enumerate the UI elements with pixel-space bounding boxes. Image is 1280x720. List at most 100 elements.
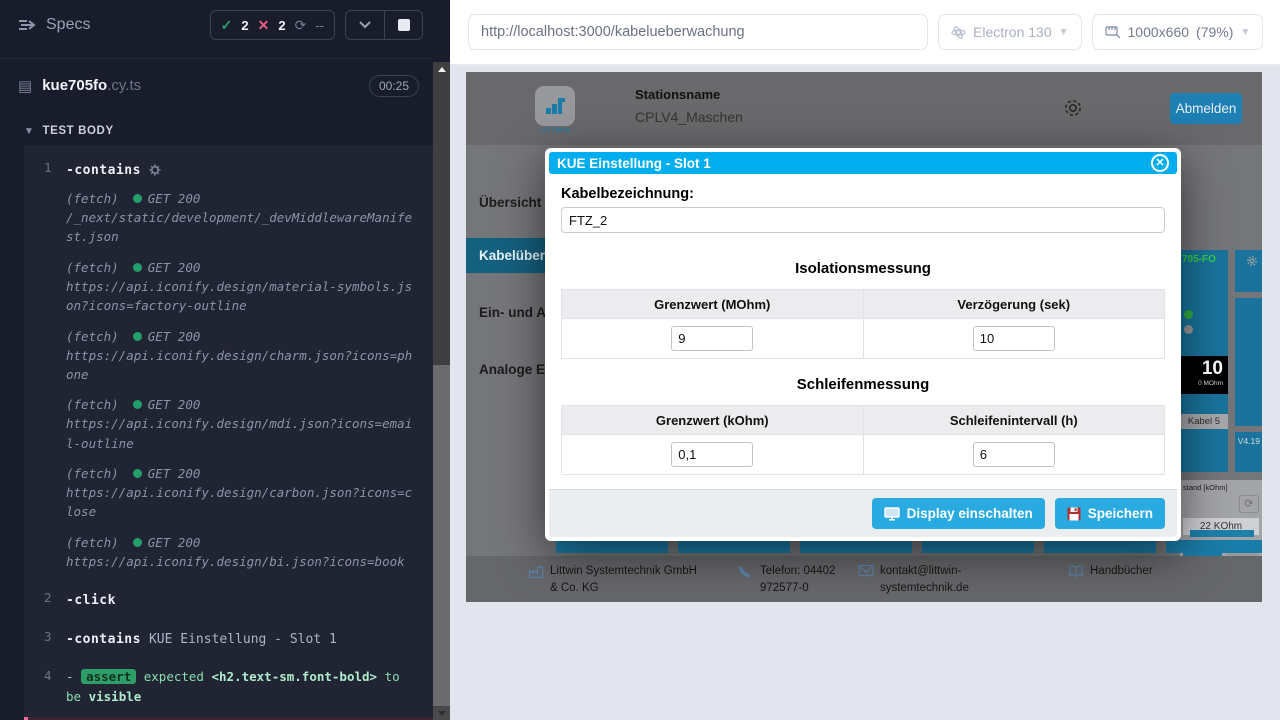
fetch-log-entry[interactable]: (fetch)GET 200 /_next/static/development…	[66, 191, 423, 247]
runner-header: Specs ✓ 2 ✕ 2 ⟳ --	[0, 0, 433, 50]
assert-text: visible	[89, 689, 142, 704]
modal-title-bar: KUE Einstellung - Slot 1 ✕	[549, 152, 1177, 174]
scroll-down-button[interactable]	[433, 706, 450, 720]
command-name: -click	[66, 593, 116, 608]
url-input[interactable]	[468, 14, 928, 50]
isolation-section-title: Isolationsmessung	[561, 260, 1165, 277]
gear-icon	[149, 164, 161, 176]
viewport-size-select[interactable]: 1000x660 (79%) ▼	[1092, 14, 1264, 50]
footer-manuals[interactable]: Handbücher	[1090, 563, 1153, 584]
isolation-delay-input[interactable]	[973, 326, 1055, 351]
fetch-url: https://api.iconify.design/material-symb…	[66, 277, 414, 316]
command-number: 3	[24, 628, 66, 647]
save-button[interactable]: Speichern	[1055, 498, 1165, 529]
factory-icon	[528, 563, 544, 596]
status-dot-icon	[133, 469, 142, 478]
command-log: 1 -contains (fetch)GET 200 /_next/static…	[24, 145, 433, 720]
display-unit: 0 MOhm	[1185, 380, 1223, 387]
command-name: -contains	[66, 163, 141, 178]
command-name: -contains	[66, 632, 141, 647]
arrow-down-icon	[438, 711, 446, 716]
fetch-log-entry[interactable]: (fetch)GET 200 https://api.iconify.desig…	[66, 535, 423, 571]
device-display: 10 0 MOhm	[1180, 356, 1228, 394]
footer-email: kontakt@littwin-systemtechnik.de	[880, 563, 1018, 596]
fetch-url: https://api.iconify.design/bi.json?icons…	[66, 552, 414, 571]
logout-button[interactable]: Abmelden	[1170, 93, 1242, 124]
browser-name: Electron 130	[973, 24, 1052, 40]
modal-body: Kabelbezeichnung: Isolationsmessung Gren…	[549, 174, 1177, 475]
isolation-col-limit: Grenzwert (MOhm)	[562, 290, 864, 319]
electron-icon	[951, 25, 966, 40]
isolation-limit-input[interactable]	[671, 326, 753, 351]
cable-name-input[interactable]	[561, 207, 1165, 233]
loop-col-interval: Schleifenintervall (h)	[863, 406, 1165, 435]
test-body-section[interactable]: ▼ TEST BODY	[0, 111, 433, 145]
fetch-log-entry[interactable]: (fetch)GET 200 https://api.iconify.desig…	[66, 329, 423, 385]
logo-text: LITTWIN	[535, 128, 575, 134]
cable-chip: Kabel 5	[1180, 414, 1228, 429]
close-button[interactable]: ✕	[1151, 154, 1169, 172]
phone-icon	[738, 563, 754, 596]
app-footer: Littwin Systemtechnik GmbH & Co. KG Tele…	[466, 556, 1262, 602]
spec-timer: 00:25	[369, 75, 419, 97]
company-logo: LITTWIN	[535, 86, 575, 134]
specs-label: Specs	[46, 16, 90, 34]
fetch-url: https://api.iconify.design/charm.json?ic…	[66, 346, 414, 385]
gear-icon	[1245, 254, 1259, 268]
close-icon: ✕	[1155, 158, 1164, 169]
command-row-contains[interactable]: 3 -contains KUE Einstellung - Slot 1	[24, 620, 433, 649]
kue-settings-modal: KUE Einstellung - Slot 1 ✕ Kabelbezeichn…	[545, 148, 1181, 541]
sidebar-scrollbar[interactable]	[433, 62, 450, 720]
status-dot-icon	[133, 194, 142, 203]
command-number: 4	[24, 667, 66, 707]
collapse-button[interactable]	[346, 11, 384, 39]
loop-limit-input[interactable]	[671, 442, 753, 467]
card-settings-button[interactable]	[1235, 250, 1262, 292]
spec-row[interactable]: ▤ kue705fo.cy.ts 00:25	[0, 59, 433, 111]
spec-name: kue705fo	[42, 77, 107, 94]
command-row-assert[interactable]: 4 - assert expected <h2.text-sm.font-bol…	[24, 659, 433, 709]
passed-count: 2	[241, 18, 248, 33]
viewport-zoom: (79%)	[1196, 24, 1233, 40]
display-on-button[interactable]: Display einschalten	[872, 498, 1045, 529]
command-argument: KUE Einstellung - Slot 1	[149, 632, 337, 647]
status-dot-icon	[133, 538, 142, 547]
spec-file-icon: ▤	[18, 77, 32, 95]
fetch-log-entry[interactable]: (fetch)GET 200 https://api.iconify.desig…	[66, 260, 423, 316]
loop-table: Grenzwert (kOhm) Schleifenintervall (h)	[561, 405, 1165, 475]
book-icon	[1068, 563, 1084, 584]
settings-button[interactable]	[1061, 96, 1085, 125]
refresh-button[interactable]: ⟳	[1239, 495, 1259, 513]
stop-button[interactable]	[384, 11, 422, 39]
assert-text: expected	[144, 669, 204, 684]
monitor-icon	[884, 507, 900, 521]
fetch-url: https://api.iconify.design/mdi.json?icon…	[66, 414, 414, 453]
pending-count: --	[315, 18, 324, 33]
footer-company: Littwin Systemtechnik GmbH & Co. KG	[550, 563, 706, 596]
test-body-label: TEST BODY	[43, 125, 114, 137]
loop-section-title: Schleifenmessung	[561, 376, 1165, 393]
logo-icon	[535, 86, 575, 126]
scroll-up-button[interactable]	[433, 62, 450, 76]
ruler-icon	[1105, 25, 1121, 39]
floppy-disk-icon	[1067, 507, 1081, 521]
browser-select[interactable]: Electron 130 ▼	[938, 14, 1082, 50]
command-number: 2	[24, 589, 66, 608]
specs-title[interactable]: Specs	[18, 16, 90, 34]
fetch-url: /_next/static/development/_devMiddleware…	[66, 208, 414, 247]
led-gray-icon	[1184, 325, 1193, 334]
modal-title: KUE Einstellung - Slot 1	[557, 156, 711, 171]
fetch-log-entry[interactable]: (fetch)GET 200 https://api.iconify.desig…	[66, 466, 423, 522]
fetch-log-entry[interactable]: (fetch)GET 200 https://api.iconify.desig…	[66, 397, 423, 453]
email-icon	[858, 563, 874, 596]
device-card: 705-FO 10 0 MOhm Kabel 5 V4.19	[1180, 250, 1262, 562]
station-value: CPLV4_Maschen	[635, 109, 743, 125]
command-row-click[interactable]: 2 -click	[24, 581, 433, 610]
command-row-contains[interactable]: 1 -contains (fetch)GET 200 /_next/static…	[24, 151, 433, 573]
spec-extension: .cy.ts	[107, 77, 141, 94]
scrollbar-thumb[interactable]	[433, 365, 450, 706]
fetch-url: https://api.iconify.design/carbon.json?i…	[66, 483, 414, 522]
status-dot-icon	[133, 400, 142, 409]
loop-interval-input[interactable]	[973, 442, 1055, 467]
failed-count: 2	[278, 18, 285, 33]
